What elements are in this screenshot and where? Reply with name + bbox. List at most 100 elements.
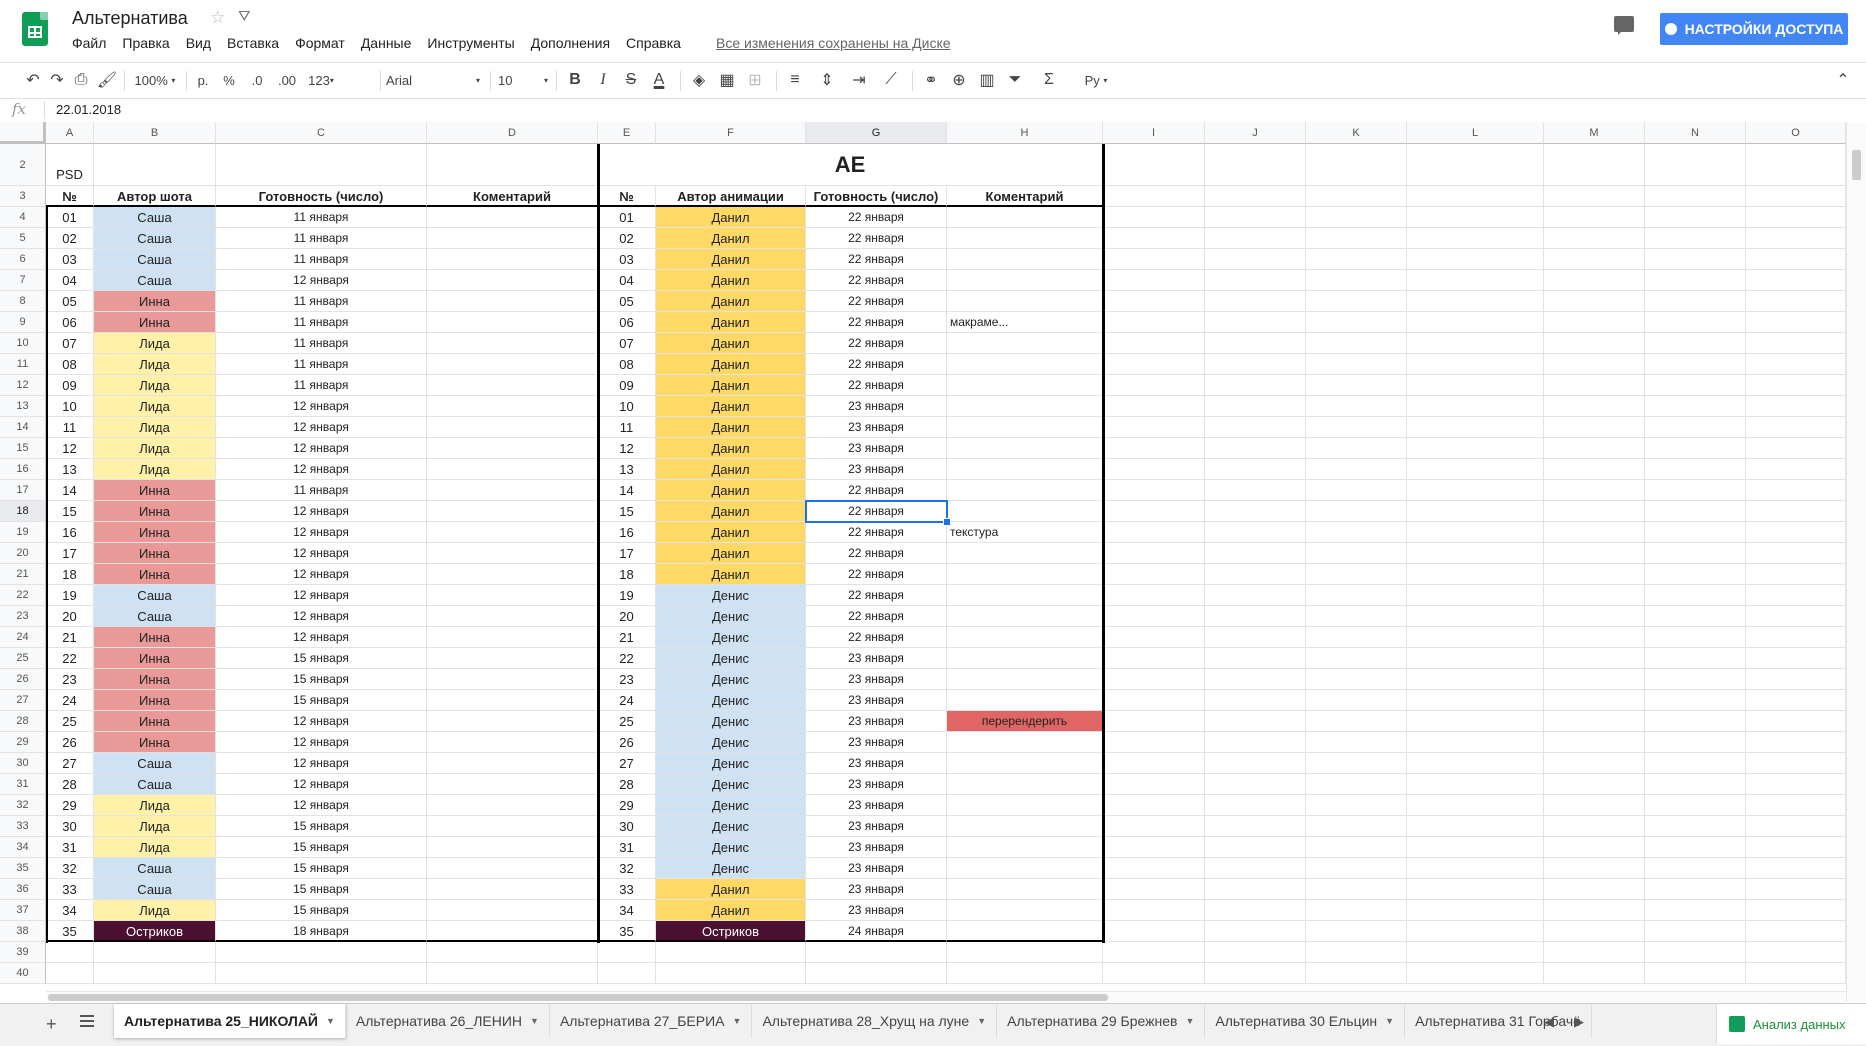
row-header[interactable]: 4 xyxy=(0,207,46,228)
shot-author-cell[interactable]: Инна xyxy=(94,711,216,732)
shot-number-cell[interactable]: 34 xyxy=(46,900,94,921)
ae-ready-date-cell[interactable]: 22 января xyxy=(806,312,947,333)
vertical-scrollbar[interactable] xyxy=(1846,122,1866,1002)
bold-icon[interactable]: B xyxy=(564,69,586,91)
shot-number-cell[interactable]: 17 xyxy=(46,543,94,564)
shot-number-cell[interactable]: 35 xyxy=(46,921,94,942)
column-header[interactable]: B xyxy=(94,122,216,144)
grid-cell[interactable] xyxy=(1746,837,1846,858)
grid-cell[interactable] xyxy=(1205,585,1306,606)
grid-cell[interactable] xyxy=(1103,333,1205,354)
grid-cell[interactable] xyxy=(1306,879,1407,900)
column-title-cell[interactable]: Готовность (число) xyxy=(806,186,947,207)
document-title[interactable]: Альтернатива xyxy=(72,8,188,29)
animation-author-cell[interactable]: Денис xyxy=(656,648,806,669)
star-icon[interactable]: ☆ xyxy=(210,8,225,28)
grid-cell[interactable] xyxy=(1205,186,1306,207)
grid-cell[interactable] xyxy=(1103,711,1205,732)
shot-author-cell[interactable]: Саша xyxy=(94,858,216,879)
grid-cell[interactable] xyxy=(1544,963,1645,984)
grid-cell[interactable] xyxy=(1746,606,1846,627)
grid-cell[interactable] xyxy=(1306,648,1407,669)
shot-number-cell[interactable]: 23 xyxy=(46,669,94,690)
animation-author-cell[interactable]: Данил xyxy=(656,459,806,480)
ae-ready-date-cell[interactable]: 22 января xyxy=(806,270,947,291)
grid-cell[interactable] xyxy=(1205,753,1306,774)
ae-comment-cell[interactable] xyxy=(947,690,1103,711)
animation-author-cell[interactable]: Данил xyxy=(656,249,806,270)
row-header[interactable]: 33 xyxy=(0,816,46,837)
ae-ready-date-cell[interactable]: 24 января xyxy=(806,921,947,942)
grid-cell[interactable] xyxy=(1205,627,1306,648)
grid-cell[interactable] xyxy=(1205,501,1306,522)
ae-ready-date-cell[interactable]: 23 января xyxy=(806,417,947,438)
shot-author-cell[interactable]: Инна xyxy=(94,522,216,543)
grid-cell[interactable] xyxy=(1746,921,1846,942)
animation-author-cell[interactable]: Денис xyxy=(656,816,806,837)
ae-number-cell[interactable]: 16 xyxy=(598,522,656,543)
ae-ready-date-cell[interactable]: 22 января xyxy=(806,354,947,375)
ae-ready-date-cell[interactable]: 23 января xyxy=(806,858,947,879)
grid-cell[interactable] xyxy=(1645,816,1746,837)
grid-cell[interactable] xyxy=(1746,291,1846,312)
explore-button[interactable]: Анализ данных xyxy=(1716,1004,1866,1044)
grid-cell[interactable] xyxy=(1407,774,1544,795)
shot-number-cell[interactable]: 27 xyxy=(46,753,94,774)
grid-cell[interactable] xyxy=(1407,144,1544,186)
grid-cell[interactable] xyxy=(1205,249,1306,270)
ae-ready-date-cell[interactable]: 23 января xyxy=(806,774,947,795)
grid-cell[interactable] xyxy=(1103,606,1205,627)
psd-ready-date-cell[interactable]: 11 января xyxy=(216,228,427,249)
grid-cell[interactable] xyxy=(1746,690,1846,711)
ae-ready-date-cell[interactable]: 23 января xyxy=(806,690,947,711)
psd-ready-date-cell[interactable]: 11 января xyxy=(216,207,427,228)
grid-cell[interactable] xyxy=(1306,228,1407,249)
psd-ready-date-cell[interactable]: 15 января xyxy=(216,879,427,900)
shot-author-cell[interactable]: Саша xyxy=(94,585,216,606)
shot-number-cell[interactable]: 29 xyxy=(46,795,94,816)
row-header[interactable]: 13 xyxy=(0,396,46,417)
sheet-tab[interactable]: Альтернатива 30 Ельцин ▼ xyxy=(1205,1004,1406,1038)
grid-cell[interactable] xyxy=(1205,858,1306,879)
ae-ready-date-cell[interactable]: 22 января xyxy=(806,627,947,648)
animation-author-cell[interactable]: Данил xyxy=(656,270,806,291)
shot-author-cell[interactable]: Инна xyxy=(94,669,216,690)
row-header[interactable]: 37 xyxy=(0,900,46,921)
ae-comment-cell[interactable] xyxy=(947,459,1103,480)
grid-cell[interactable] xyxy=(1645,837,1746,858)
shot-number-cell[interactable]: 30 xyxy=(46,816,94,837)
ae-number-cell[interactable]: 26 xyxy=(598,732,656,753)
shot-author-cell[interactable]: Остриков xyxy=(94,921,216,942)
all-sheets-icon[interactable] xyxy=(80,1015,94,1027)
ae-number-cell[interactable]: 19 xyxy=(598,585,656,606)
grid-cell[interactable] xyxy=(1544,732,1645,753)
grid-cell[interactable] xyxy=(1306,942,1407,963)
grid-cell[interactable] xyxy=(1407,900,1544,921)
ae-number-cell[interactable]: 21 xyxy=(598,627,656,648)
psd-comment-cell[interactable] xyxy=(427,837,598,858)
grid-cell[interactable] xyxy=(1407,669,1544,690)
shot-author-cell[interactable]: Лида xyxy=(94,438,216,459)
ae-comment-cell[interactable] xyxy=(947,669,1103,690)
row-header[interactable]: 16 xyxy=(0,459,46,480)
row-header[interactable]: 31 xyxy=(0,774,46,795)
shot-author-cell[interactable]: Инна xyxy=(94,648,216,669)
grid-cell[interactable] xyxy=(1103,249,1205,270)
animation-author-cell[interactable]: Данил xyxy=(656,207,806,228)
psd-ready-date-cell[interactable]: 12 января xyxy=(216,522,427,543)
grid-cell[interactable] xyxy=(1103,690,1205,711)
grid-cell[interactable] xyxy=(1645,795,1746,816)
grid-cell[interactable] xyxy=(1544,291,1645,312)
shot-number-cell[interactable]: 22 xyxy=(46,648,94,669)
grid-cell[interactable] xyxy=(1746,396,1846,417)
redo-icon[interactable]: ↷ xyxy=(46,69,68,91)
print-icon[interactable]: ⎙ xyxy=(70,69,92,91)
grid-cell[interactable] xyxy=(1205,312,1306,333)
grid-cell[interactable] xyxy=(1205,795,1306,816)
animation-author-cell[interactable]: Данил xyxy=(656,522,806,543)
grid-cell[interactable] xyxy=(1103,627,1205,648)
grid-cell[interactable] xyxy=(94,942,216,963)
sheet-tab[interactable]: Альтернатива 27_БЕРИА ▼ xyxy=(550,1004,753,1038)
grid-cell[interactable] xyxy=(1306,606,1407,627)
grid-cell[interactable] xyxy=(1306,732,1407,753)
